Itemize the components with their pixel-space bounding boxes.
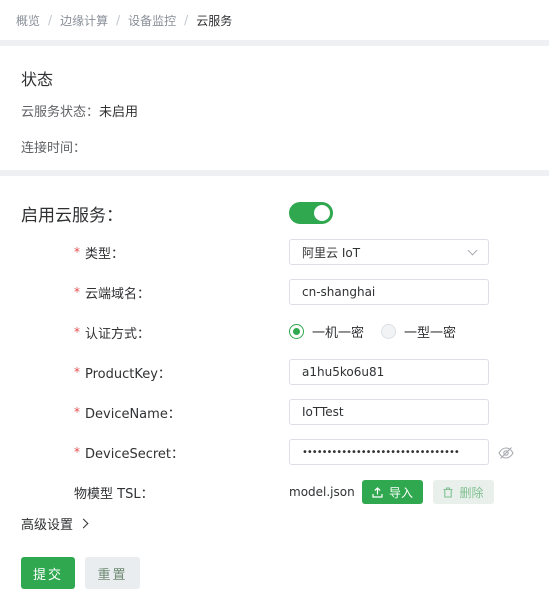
type-select-value: 阿里云 IoT bbox=[302, 245, 361, 260]
product-key-input[interactable]: a1hu5ko6u81 bbox=[289, 359, 489, 385]
delete-button[interactable]: 删除 bbox=[433, 480, 494, 504]
device-secret-masked-value: •••••••••••••••••••••••••••••••• bbox=[302, 446, 460, 458]
breadcrumb-separator: / bbox=[184, 13, 189, 27]
required-mark: * bbox=[74, 365, 80, 379]
product-key-label: * ProductKey： bbox=[74, 359, 171, 385]
radio-label: 一机一密 bbox=[312, 325, 365, 341]
device-name-label-text: DeviceName： bbox=[85, 406, 181, 422]
cloud-status-value: 未启用 bbox=[99, 105, 139, 120]
switch-knob bbox=[314, 205, 330, 221]
section-divider bbox=[0, 170, 549, 176]
advanced-settings-toggle[interactable]: 高级设置 bbox=[21, 513, 89, 533]
enable-cloud-label: 启用云服务： bbox=[21, 206, 123, 226]
tsl-file-name: model.json bbox=[289, 480, 355, 504]
connect-time-label: 连接时间： bbox=[21, 141, 87, 156]
delete-button-label: 删除 bbox=[459, 485, 484, 500]
auth-label: * 认证方式： bbox=[74, 319, 150, 345]
tsl-label: 物模型 TSL： bbox=[74, 479, 154, 505]
type-select[interactable]: 阿里云 IoT bbox=[289, 239, 489, 265]
reset-button[interactable]: 重置 bbox=[85, 557, 140, 589]
device-secret-label-text: DeviceSecret： bbox=[85, 446, 185, 462]
connect-time-row: 连接时间： bbox=[21, 137, 86, 156]
breadcrumb: 概览 / 边缘计算 / 设备监控 / 云服务 bbox=[0, 0, 549, 40]
chevron-right-icon bbox=[78, 518, 89, 528]
breadcrumb-item-cloud-service: 云服务 bbox=[196, 13, 233, 28]
trash-icon bbox=[443, 486, 453, 498]
type-label-text: 类型： bbox=[85, 246, 125, 262]
product-key-label-text: ProductKey： bbox=[85, 366, 171, 382]
required-mark: * bbox=[74, 405, 80, 419]
device-name-value: IoTTest bbox=[302, 405, 344, 419]
required-mark: * bbox=[74, 325, 80, 339]
domain-label: * 云端域名： bbox=[74, 279, 150, 305]
radio-label: 一型一密 bbox=[404, 325, 457, 341]
import-button-label: 导入 bbox=[388, 485, 413, 500]
breadcrumb-item-edge-computing[interactable]: 边缘计算 bbox=[60, 12, 108, 29]
advanced-settings-label: 高级设置 bbox=[21, 517, 74, 533]
radio-dot bbox=[381, 323, 397, 339]
type-label: * 类型： bbox=[74, 239, 124, 265]
tsl-file-text: model.json bbox=[289, 485, 355, 499]
chevron-down-icon bbox=[467, 245, 478, 256]
cloud-status-label: 云服务状态： bbox=[21, 105, 100, 120]
breadcrumb-item-overview[interactable]: 概览 bbox=[16, 12, 40, 29]
eye-off-icon[interactable] bbox=[498, 445, 514, 459]
auth-label-text: 认证方式： bbox=[85, 326, 151, 342]
breadcrumb-separator: / bbox=[48, 13, 53, 27]
breadcrumb-item-device-monitor[interactable]: 设备监控 bbox=[128, 12, 176, 29]
radio-dot bbox=[289, 323, 304, 339]
required-mark: * bbox=[74, 445, 80, 459]
breadcrumb-separator: / bbox=[116, 13, 121, 27]
status-section-title: 状态 bbox=[21, 70, 54, 89]
device-name-input[interactable]: IoTTest bbox=[289, 399, 489, 425]
cloud-status-row: 云服务状态：未启用 bbox=[21, 101, 138, 120]
required-mark: * bbox=[74, 245, 80, 259]
domain-label-text: 云端域名： bbox=[85, 286, 151, 302]
import-button[interactable]: 导入 bbox=[362, 480, 423, 504]
submit-button[interactable]: 提交 bbox=[21, 557, 75, 589]
product-key-value: a1hu5ko6u81 bbox=[302, 365, 385, 379]
device-secret-input[interactable]: •••••••••••••••••••••••••••••••• bbox=[289, 439, 489, 465]
device-name-label: * DeviceName： bbox=[74, 399, 181, 425]
auth-radio-one-type-one-secret[interactable]: 一型一密 bbox=[381, 322, 456, 341]
domain-input-value: cn-shanghai bbox=[302, 285, 376, 299]
upload-icon bbox=[372, 486, 383, 498]
device-secret-label: * DeviceSecret： bbox=[74, 439, 184, 465]
section-divider bbox=[0, 40, 549, 46]
auth-radio-group: 一机一密 一型一密 bbox=[289, 318, 456, 344]
domain-input[interactable]: cn-shanghai bbox=[289, 279, 489, 305]
enable-cloud-switch[interactable] bbox=[289, 202, 333, 224]
tsl-label-text: 物模型 TSL： bbox=[74, 486, 154, 502]
required-mark: * bbox=[74, 285, 80, 299]
auth-radio-one-device-one-secret[interactable]: 一机一密 bbox=[289, 322, 364, 341]
